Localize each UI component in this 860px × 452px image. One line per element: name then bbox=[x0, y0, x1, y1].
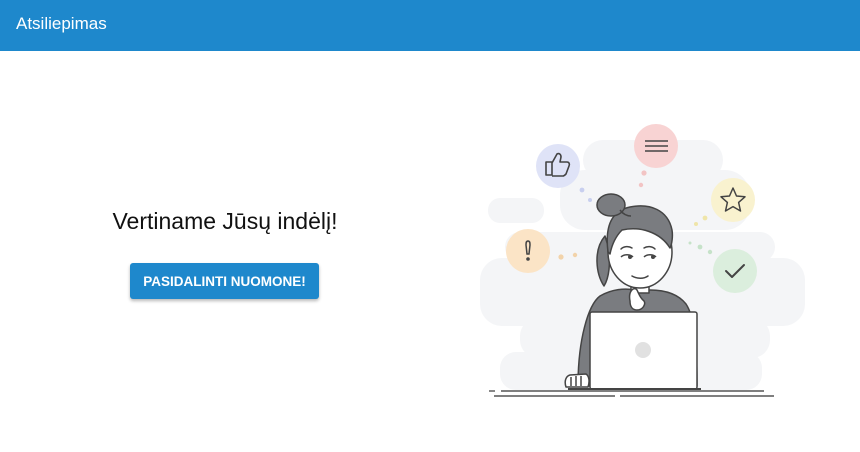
exclamation-bubble bbox=[506, 229, 550, 273]
app-header: Atsiliepimas bbox=[0, 0, 860, 51]
thumbs-up-bubble bbox=[536, 144, 580, 188]
share-opinion-button[interactable]: PASIDALINTI NUOMONE! bbox=[130, 263, 319, 299]
page-heading: Vertiname Jūsų indėlį! bbox=[112, 208, 338, 234]
ground-lines bbox=[489, 390, 774, 397]
feedback-illustration bbox=[480, 124, 805, 397]
menu-bubble bbox=[634, 124, 678, 168]
check-bubble bbox=[713, 249, 757, 293]
star-bubble bbox=[711, 178, 755, 222]
app-title: Atsiliepimas bbox=[16, 14, 107, 33]
